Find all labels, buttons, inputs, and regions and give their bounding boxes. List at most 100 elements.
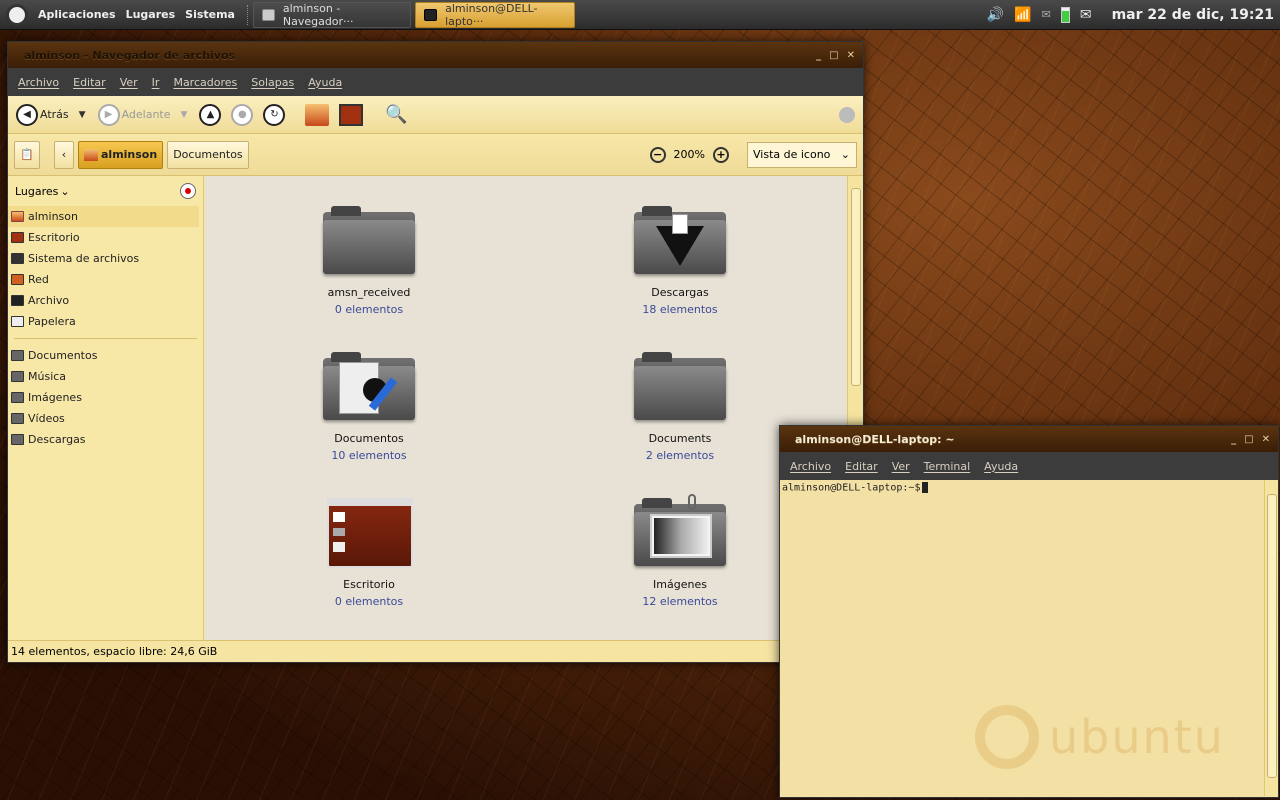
window-titlebar[interactable]: alminson - Navegador de archivos _ □ ✕ <box>8 42 863 68</box>
sidebar-item-red[interactable]: Red <box>8 269 203 290</box>
chevron-down-icon[interactable]: ⌄ <box>60 185 69 198</box>
menu-archivo[interactable]: Archivo <box>790 460 831 473</box>
sidebar-item-videos[interactable]: Vídeos <box>8 408 203 429</box>
ubuntu-circle-logo <box>975 705 1039 769</box>
item-name: amsn_received <box>327 286 411 299</box>
folder-item[interactable]: Documents 2 elementos <box>600 352 760 462</box>
item-count: 12 elementos <box>642 595 718 608</box>
sidebar-header[interactable]: Lugares <box>15 185 58 198</box>
sidebar-item-documentos[interactable]: Documentos <box>8 345 203 366</box>
music-folder-icon <box>11 371 24 382</box>
back-arrow-icon[interactable]: ◀ <box>16 103 38 126</box>
home-icon[interactable] <box>305 103 330 126</box>
terminal-output[interactable]: alminson@DELL-laptop:~$ ubuntu <box>780 480 1264 796</box>
minimize-icon[interactable]: _ <box>816 50 821 61</box>
menu-archivo[interactable]: Archivo <box>18 76 59 89</box>
menu-ver[interactable]: Ver <box>892 460 910 473</box>
menu-aplicaciones[interactable]: Aplicaciones <box>38 8 116 21</box>
sidebar-item-imagenes[interactable]: Imágenes <box>8 387 203 408</box>
terminal-window: alminson@DELL-laptop: ~ _ □ ✕ Archivo Ed… <box>779 425 1279 798</box>
sidebar-item-papelera[interactable]: Papelera <box>8 311 203 332</box>
stop-icon[interactable]: ● <box>231 103 254 126</box>
menu-editar[interactable]: Editar <box>73 76 106 89</box>
taskbar-button-terminal[interactable]: alminson@DELL-lapto··· <box>414 1 575 28</box>
taskbar-button-file-manager[interactable]: alminson - Navegador··· <box>252 1 411 28</box>
up-icon[interactable]: ▲ <box>199 103 222 126</box>
maximize-icon[interactable]: □ <box>1244 434 1253 445</box>
menu-ver[interactable]: Ver <box>120 76 138 89</box>
ubuntu-logo-icon[interactable] <box>6 3 28 26</box>
close-sidebar-icon[interactable] <box>180 183 196 199</box>
folder-item[interactable]: Imágenes 12 elementos <box>600 494 760 608</box>
search-icon[interactable]: 🔍 <box>385 104 409 126</box>
envelope-icon[interactable]: ✉ <box>1080 7 1092 23</box>
zoom-out-icon[interactable]: − <box>649 146 666 163</box>
close-icon[interactable]: ✕ <box>1262 434 1270 445</box>
view-mode-select[interactable]: Vista de icono ⌄ <box>747 141 857 168</box>
window-titlebar[interactable]: alminson@DELL-laptop: ~ _ □ ✕ <box>780 426 1278 452</box>
sidebar-item-alminson[interactable]: alminson <box>8 206 199 227</box>
forward-arrow-icon[interactable]: ▶ <box>97 103 120 126</box>
path-left-chevron-icon[interactable]: ‹ <box>54 140 74 169</box>
scrollbar-thumb[interactable] <box>1267 494 1277 778</box>
documents-folder-icon <box>323 352 415 422</box>
folder-item[interactable]: amsn_received 0 elementos <box>289 206 449 316</box>
sidebar-item-label: Vídeos <box>28 412 65 425</box>
menu-terminal[interactable]: Terminal <box>924 460 971 473</box>
downloads-folder-icon <box>634 206 726 276</box>
menu-sistema[interactable]: Sistema <box>185 8 235 21</box>
taskbar-label: alminson@DELL-lapto··· <box>445 1 538 28</box>
close-icon[interactable]: ✕ <box>847 50 855 61</box>
desktop-folder-icon <box>323 498 415 568</box>
menu-ir[interactable]: Ir <box>152 76 160 89</box>
item-name: Documentos <box>334 432 404 445</box>
menubar: Archivo Editar Ver Ir Marcadores Solapas… <box>8 68 863 96</box>
sidebar-item-descargas[interactable]: Descargas <box>8 429 203 450</box>
toggle-location-entry-icon[interactable]: 📋 <box>14 140 40 169</box>
filesystem-icon <box>11 253 24 264</box>
documents-folder-icon <box>11 350 24 361</box>
menu-solapas[interactable]: Solapas <box>251 76 294 89</box>
sidebar-item-archivo[interactable]: Archivo <box>8 290 203 311</box>
sidebar-item-sistema[interactable]: Sistema de archivos <box>8 248 203 269</box>
vertical-scrollbar[interactable] <box>1264 480 1278 796</box>
menu-lugares[interactable]: Lugares <box>126 8 176 21</box>
view-mode-value: Vista de icono <box>753 148 831 161</box>
scrollbar-thumb[interactable] <box>851 188 861 386</box>
folder-item[interactable]: Descargas 18 elementos <box>600 206 760 316</box>
sidebar-item-musica[interactable]: Música <box>8 366 203 387</box>
home-icon <box>11 211 24 222</box>
downloads-folder-icon <box>11 434 24 445</box>
icon-view: amsn_received 0 elementos Descargas 18 e… <box>205 176 847 640</box>
sidebar-item-label: alminson <box>28 210 78 223</box>
menu-ayuda[interactable]: Ayuda <box>984 460 1018 473</box>
menu-ayuda[interactable]: Ayuda <box>308 76 342 89</box>
path-button-alminson[interactable]: alminson <box>78 140 164 169</box>
menu-editar[interactable]: Editar <box>845 460 878 473</box>
computer-icon[interactable] <box>339 103 364 126</box>
volume-icon[interactable]: 🔊 <box>987 7 1004 23</box>
back-history-chevron-icon[interactable]: ▼ <box>79 110 86 120</box>
sidebar-item-escritorio[interactable]: Escritorio <box>8 227 203 248</box>
menu-marcadores[interactable]: Marcadores <box>173 76 237 89</box>
location-bar: 📋 ‹ alminson Documentos − 200% + Vista d… <box>8 134 863 176</box>
battery-icon[interactable] <box>1060 6 1070 23</box>
back-button[interactable]: Atrás <box>40 108 69 121</box>
clock[interactable]: mar 22 de dic, 19:21 <box>1112 7 1274 23</box>
sidebar-item-label: Imágenes <box>28 391 82 404</box>
forward-history-chevron-icon[interactable]: ▼ <box>181 110 188 120</box>
maximize-icon[interactable]: □ <box>829 50 838 61</box>
sidebar: Lugares ⌄ alminson Escritorio Sistema de… <box>8 176 204 640</box>
item-count: 0 elementos <box>334 303 404 316</box>
minimize-icon[interactable]: _ <box>1231 434 1236 445</box>
toolbar: ◀ Atrás ▼ ▶ Adelante ▼ ▲ ● ↻ 🔍 <box>8 96 863 134</box>
folder-item[interactable]: Documentos 10 elementos <box>289 352 449 462</box>
path-button-documentos[interactable]: Documentos <box>167 140 249 169</box>
forward-button[interactable]: Adelante <box>122 108 171 121</box>
wifi-icon[interactable]: 📶 <box>1014 7 1031 23</box>
mail-indicator-icon[interactable]: ✉ <box>1042 8 1051 21</box>
trash-icon <box>11 316 24 327</box>
folder-item[interactable]: Escritorio 0 elementos <box>289 498 449 608</box>
zoom-in-icon[interactable]: + <box>713 146 729 163</box>
reload-icon[interactable]: ↻ <box>263 103 286 126</box>
